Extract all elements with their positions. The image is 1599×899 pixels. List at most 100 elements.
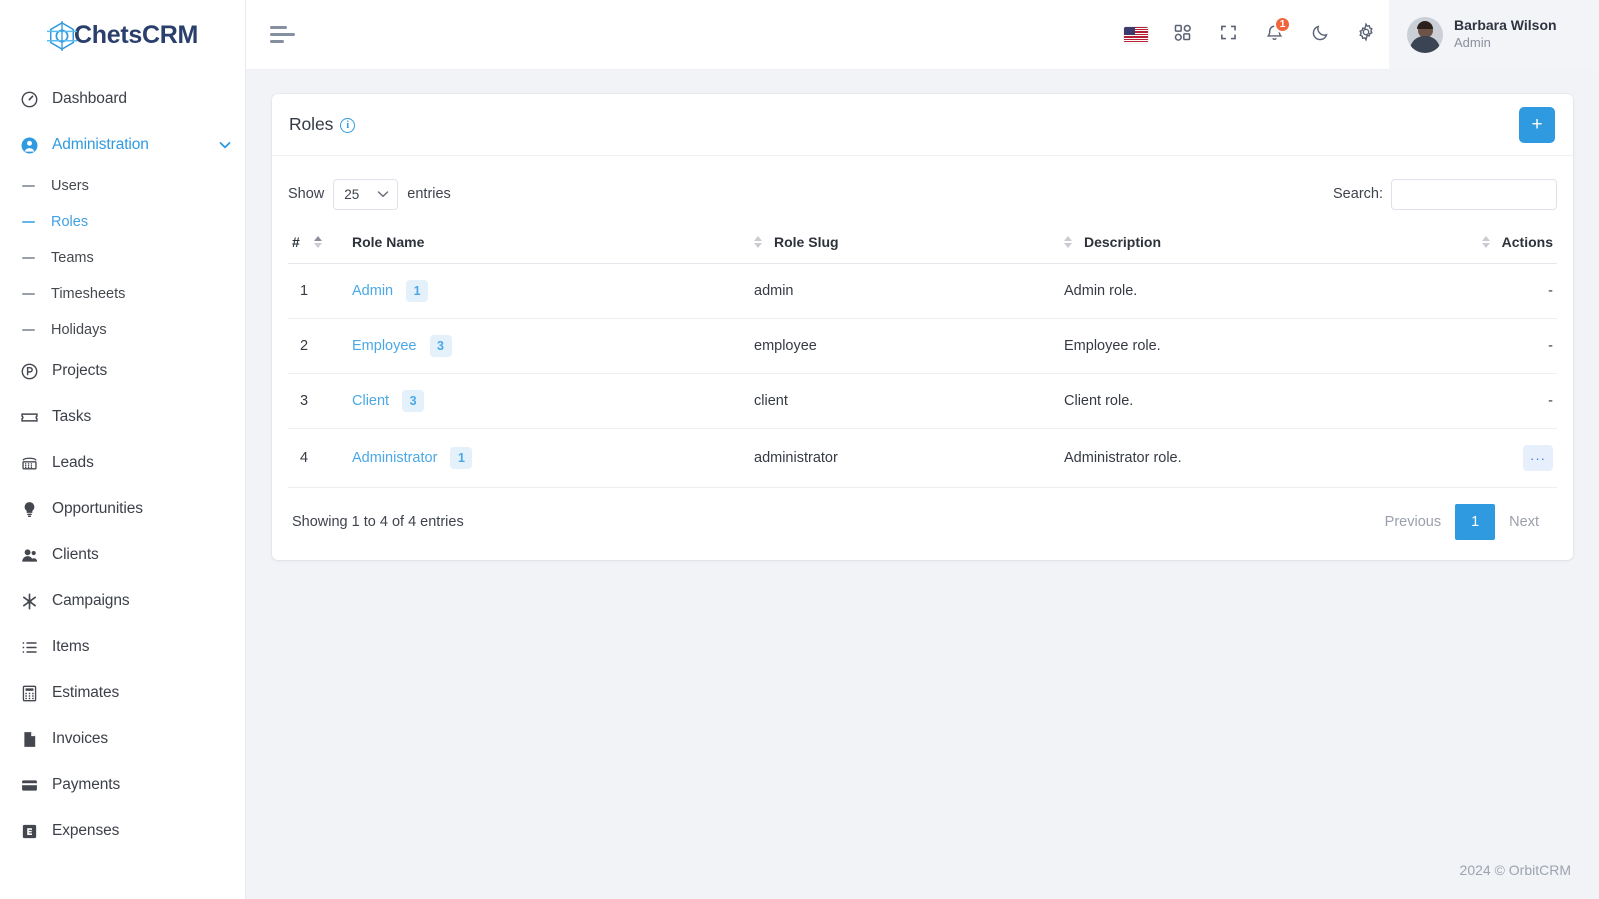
lightbulb-icon <box>18 498 40 520</box>
card-header: Roles i + <box>272 94 1573 156</box>
sidebar-subitem-label: Roles <box>51 214 89 230</box>
brand-logo[interactable]: ChetsCRM <box>0 0 245 70</box>
user-profile-menu[interactable]: Barbara Wilson Admin <box>1389 0 1599 70</box>
cell-actions: - <box>1397 263 1557 319</box>
file-document-icon <box>18 728 40 750</box>
dash-icon <box>22 185 35 187</box>
cell-role-name: Employee 3 <box>348 318 750 374</box>
sort-icon <box>313 236 322 248</box>
sidebar-item-expenses[interactable]: Expenses <box>0 808 245 854</box>
fullscreen-button[interactable] <box>1205 0 1251 70</box>
column-header-role-name[interactable]: Role Name <box>348 224 750 264</box>
show-label: Show <box>288 186 325 202</box>
column-header-index[interactable]: # <box>288 224 348 264</box>
content-area: Roles i + Show 10 25 50 <box>246 70 1599 841</box>
column-label: Actions <box>1501 234 1553 250</box>
sidebar-item-items[interactable]: Items <box>0 624 245 670</box>
apps-grid-button[interactable] <box>1159 0 1205 70</box>
role-name-link[interactable]: Administrator <box>352 450 437 466</box>
column-header-role-slug[interactable]: Role Slug <box>750 224 1060 264</box>
entries-label: entries <box>407 186 451 202</box>
sidebar-item-administration[interactable]: Administration <box>0 122 245 168</box>
add-role-button[interactable]: + <box>1519 106 1555 143</box>
settings-button[interactable] <box>1343 0 1389 70</box>
sidebar-item-estimates[interactable]: Estimates <box>0 670 245 716</box>
language-selector[interactable] <box>1113 0 1159 70</box>
sidebar-item-teams[interactable]: Teams <box>0 240 245 276</box>
sidebar-item-leads[interactable]: Leads <box>0 440 245 486</box>
notifications-button[interactable]: 1 <box>1251 0 1297 70</box>
column-label: # <box>292 234 300 250</box>
sidebar-item-timesheets[interactable]: Timesheets <box>0 276 245 312</box>
sidebar-item-invoices[interactable]: Invoices <box>0 716 245 762</box>
sidebar-item-payments[interactable]: Payments <box>0 762 245 808</box>
cell-actions: - <box>1397 373 1557 429</box>
pagination-previous[interactable]: Previous <box>1371 505 1455 539</box>
hamburger-icon[interactable] <box>270 26 298 43</box>
info-icon[interactable]: i <box>340 118 356 133</box>
sidebar-item-campaigns[interactable]: Campaigns <box>0 578 245 624</box>
dark-mode-toggle[interactable] <box>1297 0 1343 70</box>
search-control: Search: <box>1333 178 1557 210</box>
cell-description: Employee role. <box>1060 318 1397 374</box>
sidebar-item-opportunities[interactable]: Opportunities <box>0 486 245 532</box>
cell-index: 3 <box>288 373 348 429</box>
sidebar-item-label: Invoices <box>52 730 109 747</box>
projects-circle-p-icon <box>18 360 40 382</box>
sidebar-subitem-label: Teams <box>51 250 94 266</box>
cell-description: Administrator role. <box>1060 428 1397 488</box>
moon-icon <box>1311 23 1330 47</box>
roles-card: Roles i + Show 10 25 50 <box>272 94 1573 561</box>
sidebar-item-users[interactable]: Users <box>0 168 245 204</box>
page-length-select[interactable]: 10 25 50 100 <box>333 178 399 210</box>
sidebar-item-label: Payments <box>52 776 121 793</box>
sidebar-item-projects[interactable]: Projects <box>0 348 245 394</box>
dash-icon <box>22 257 35 259</box>
page-title: Roles <box>289 114 334 134</box>
role-count-badge: 1 <box>450 447 473 469</box>
table-footer: Showing 1 to 4 of 4 entries Previous 1 N… <box>272 488 1573 560</box>
row-actions-menu-button[interactable]: ··· <box>1523 445 1553 471</box>
role-name-link[interactable]: Employee <box>352 338 416 354</box>
role-name-link[interactable]: Admin <box>352 283 393 299</box>
cell-role-slug: client <box>750 373 1060 429</box>
sidebar-nav: Dashboard Administration Users Roles Tea… <box>0 70 245 899</box>
page-length-control: Show 10 25 50 100 <box>288 178 451 210</box>
sidebar-item-clients[interactable]: Clients <box>0 532 245 578</box>
cell-role-slug: administrator <box>750 428 1060 488</box>
column-label: Description <box>1084 234 1162 250</box>
fullscreen-icon <box>1219 23 1238 47</box>
sidebar-item-label: Administration <box>52 136 149 153</box>
cell-description: Client role. <box>1060 373 1397 429</box>
cell-index: 1 <box>288 263 348 319</box>
role-name-link[interactable]: Client <box>352 393 389 409</box>
table-header-row: # Role Name Role Slug Description Action… <box>288 224 1557 264</box>
apps-grid-icon <box>1173 23 1192 47</box>
search-input[interactable] <box>1391 178 1557 210</box>
table-row: 1 Admin 1 admin Admin role. - <box>288 263 1557 319</box>
copyright-text: 2024 © OrbitCRM <box>1459 862 1571 878</box>
pagination-next[interactable]: Next <box>1495 505 1553 539</box>
sidebar-item-dashboard[interactable]: Dashboard <box>0 76 245 122</box>
cell-index: 2 <box>288 318 348 374</box>
asterisk-star-icon <box>18 590 40 612</box>
hamburger-line <box>270 40 284 43</box>
cell-role-slug: admin <box>750 263 1060 319</box>
administration-subnav: Users Roles Teams Timesheets Holidays <box>0 168 245 348</box>
cell-actions: - <box>1397 318 1557 374</box>
sort-icon <box>1481 236 1490 248</box>
cell-role-name: Client 3 <box>348 373 750 429</box>
avatar <box>1407 16 1443 53</box>
role-count-badge: 1 <box>406 280 429 302</box>
pagination-page-1[interactable]: 1 <box>1455 504 1496 541</box>
page-footer: 2024 © OrbitCRM <box>246 841 1599 899</box>
credit-card-icon <box>18 774 40 796</box>
sidebar-item-roles[interactable]: Roles <box>0 204 245 240</box>
sidebar-item-holidays[interactable]: Holidays <box>0 312 245 348</box>
table-info-text: Showing 1 to 4 of 4 entries <box>292 514 464 531</box>
sidebar-item-tasks[interactable]: Tasks <box>0 394 245 440</box>
column-header-description[interactable]: Description <box>1060 224 1397 264</box>
dash-icon <box>22 293 35 295</box>
user-role: Admin <box>1454 35 1491 51</box>
sidebar-item-label: Estimates <box>52 684 120 701</box>
